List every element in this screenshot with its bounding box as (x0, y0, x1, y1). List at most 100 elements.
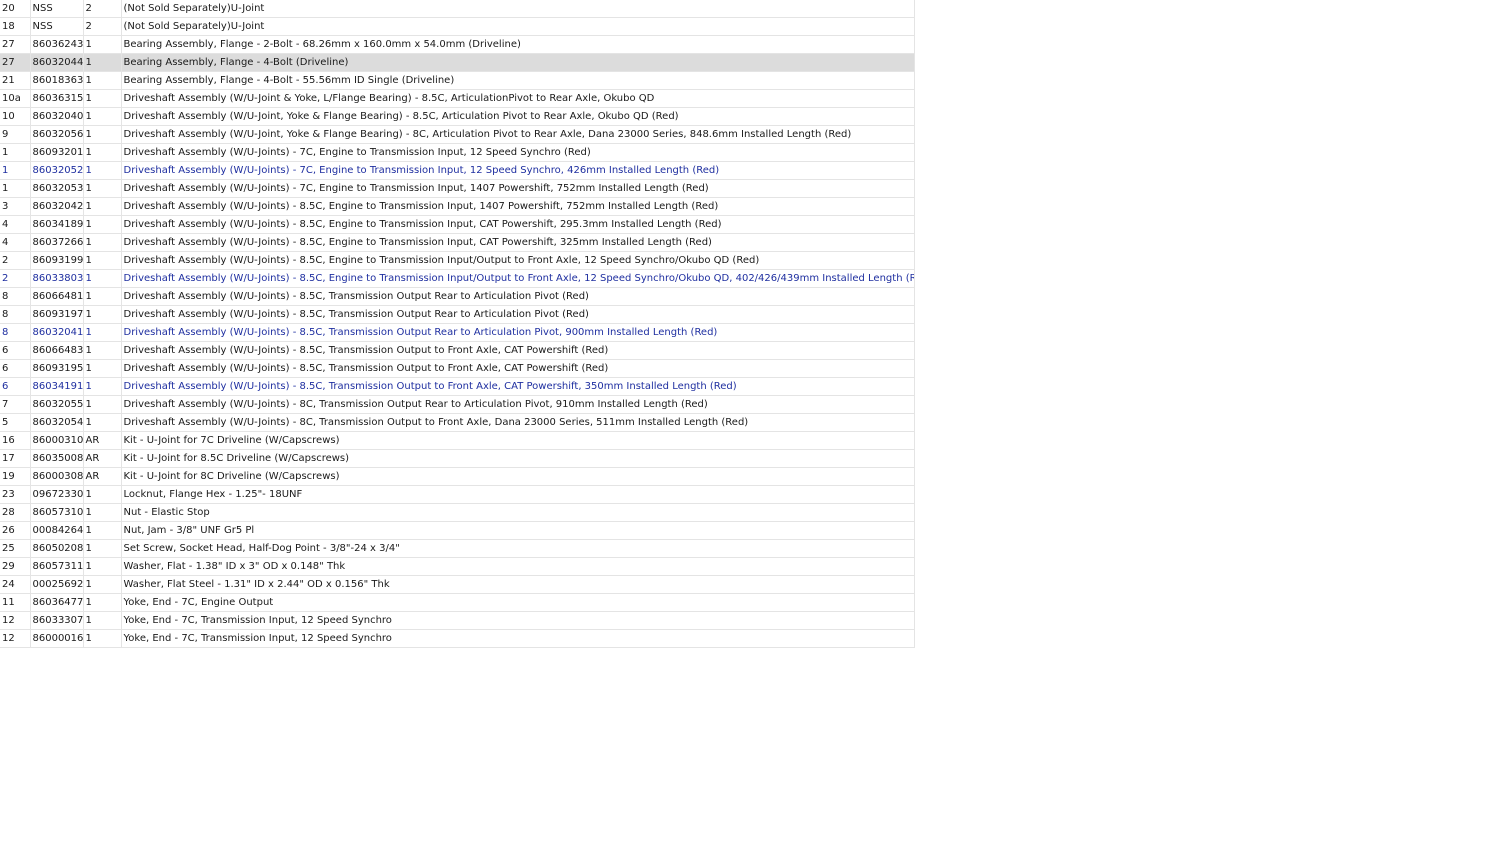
description-cell: Driveshaft Assembly (W/U-Joints) - 8.5C,… (121, 359, 915, 378)
quantity-cell: 1 (83, 125, 122, 144)
part-number-cell: 86037266 (30, 233, 84, 252)
table-row[interactable]: 1 86032052 1 Driveshaft Assembly (W/U-Joint… (0, 161, 915, 180)
quantity-cell[interactable]: 1 (83, 269, 122, 288)
quantity-cell: AR (83, 431, 122, 450)
ref-number-cell: 6 (0, 359, 31, 378)
description-cell: Driveshaft Assembly (W/U-Joints) - 8.5C,… (121, 215, 915, 234)
quantity-cell: 1 (83, 197, 122, 216)
table-row[interactable]: 24 00025692 1 Washer, Flat Steel - 1.31" ID… (0, 575, 915, 594)
description-cell: Driveshaft Assembly (W/U-Joints) - 8C, T… (121, 413, 915, 432)
ref-number-cell[interactable]: 6 (0, 377, 31, 396)
quantity-cell: 1 (83, 521, 122, 540)
quantity-cell: 1 (83, 143, 122, 162)
table-row[interactable]: 12 86000016 1 Yoke, End - 7C, Transmission … (0, 629, 915, 648)
part-number-cell: NSS (30, 17, 84, 36)
part-number-cell[interactable]: 86033803 (30, 269, 84, 288)
part-number-cell: 86057311 (30, 557, 84, 576)
description-cell[interactable]: Driveshaft Assembly (W/U-Joints) - 7C, E… (121, 161, 915, 180)
ref-number-cell[interactable]: 8 (0, 323, 31, 342)
part-number-cell: 09672330 (30, 485, 84, 504)
ref-number-cell: 5 (0, 413, 31, 432)
quantity-cell: 1 (83, 233, 122, 252)
ref-number-cell: 23 (0, 485, 31, 504)
table-row[interactable]: 8 86093197 1 Driveshaft Assembly (W/U-Joint… (0, 305, 915, 324)
description-cell[interactable]: Driveshaft Assembly (W/U-Joints) - 8.5C,… (121, 323, 915, 342)
quantity-cell: 2 (83, 17, 122, 36)
table-row[interactable]: 6 86066483 1 Driveshaft Assembly (W/U-Joint… (0, 341, 915, 360)
table-row[interactable]: 21 86018363 1 Bearing Assembly, Flange - 4-… (0, 71, 915, 90)
table-row[interactable]: 1 86093201 1 Driveshaft Assembly (W/U-Joint… (0, 143, 915, 162)
description-cell[interactable]: Driveshaft Assembly (W/U-Joints) - 8.5C,… (121, 269, 915, 288)
table-row[interactable]: 17 86035008 AR Kit - U-Joint for 8.5C Drive… (0, 449, 915, 468)
table-row[interactable]: 18 NSS 2 (Not Sold Separately)U-Joint (0, 17, 915, 36)
table-row[interactable]: 8 86066481 1 Driveshaft Assembly (W/U-Joint… (0, 287, 915, 306)
quantity-cell: 1 (83, 629, 122, 648)
quantity-cell[interactable]: 1 (83, 323, 122, 342)
quantity-cell: 1 (83, 485, 122, 504)
quantity-cell: 1 (83, 107, 122, 126)
table-row[interactable]: 1 86032053 1 Driveshaft Assembly (W/U-Joint… (0, 179, 915, 198)
table-row[interactable]: 28 86057310 1 Nut - Elastic Stop (0, 503, 915, 522)
table-row[interactable]: 6 86034191 1 Driveshaft Assembly (W/U-Joint… (0, 377, 915, 396)
part-number-cell[interactable]: 86032052 (30, 161, 84, 180)
description-cell: Yoke, End - 7C, Engine Output (121, 593, 915, 612)
part-number-cell: 86033307 (30, 611, 84, 630)
ref-number-cell: 3 (0, 197, 31, 216)
table-row[interactable]: 16 86000310 AR Kit - U-Joint for 7C Driveli… (0, 431, 915, 450)
table-row[interactable]: 27 86036243 1 Bearing Assembly, Flange - 2-… (0, 35, 915, 54)
part-number-cell: 86032053 (30, 179, 84, 198)
part-number-cell: 86032042 (30, 197, 84, 216)
quantity-cell: 1 (83, 305, 122, 324)
part-number-cell[interactable]: 86032041 (30, 323, 84, 342)
part-number-cell: 86032040 (30, 107, 84, 126)
ref-number-cell: 4 (0, 215, 31, 234)
description-cell: Set Screw, Socket Head, Half-Dog Point -… (121, 539, 915, 558)
description-cell: Driveshaft Assembly (W/U-Joints) - 7C, E… (121, 179, 915, 198)
quantity-cell: 1 (83, 359, 122, 378)
table-row[interactable]: 10 86032040 1 Driveshaft Assembly (W/U-Join… (0, 107, 915, 126)
ref-number-cell: 19 (0, 467, 31, 486)
table-row[interactable]: 3 86032042 1 Driveshaft Assembly (W/U-Joint… (0, 197, 915, 216)
part-number-cell: 86034189 (30, 215, 84, 234)
table-row[interactable]: 6 86093195 1 Driveshaft Assembly (W/U-Joint… (0, 359, 915, 378)
description-cell: Yoke, End - 7C, Transmission Input, 12 S… (121, 611, 915, 630)
ref-number-cell: 8 (0, 305, 31, 324)
table-row[interactable]: 2 86033803 1 Driveshaft Assembly (W/U-Joint… (0, 269, 915, 288)
table-row[interactable]: 11 86036477 1 Yoke, End - 7C, Engine Output (0, 593, 915, 612)
table-row[interactable]: 25 86050208 1 Set Screw, Socket Head, Half-… (0, 539, 915, 558)
table-row[interactable]: 2 86093199 1 Driveshaft Assembly (W/U-Joint… (0, 251, 915, 270)
table-row[interactable]: 5 86032054 1 Driveshaft Assembly (W/U-Joint… (0, 413, 915, 432)
part-number-cell: 86036243 (30, 35, 84, 54)
part-number-cell[interactable]: 86034191 (30, 377, 84, 396)
table-row[interactable]: 4 86037266 1 Driveshaft Assembly (W/U-Joint… (0, 233, 915, 252)
table-row[interactable]: 27 86032044 1 Bearing Assembly, Flange - 4-… (0, 53, 915, 72)
ref-number-cell[interactable]: 2 (0, 269, 31, 288)
table-row[interactable]: 4 86034189 1 Driveshaft Assembly (W/U-Joint… (0, 215, 915, 234)
table-row[interactable]: 23 09672330 1 Locknut, Flange Hex - 1.25"- … (0, 485, 915, 504)
ref-number-cell: 6 (0, 341, 31, 360)
quantity-cell[interactable]: 1 (83, 161, 122, 180)
table-row[interactable]: 19 86000308 AR Kit - U-Joint for 8C Driveli… (0, 467, 915, 486)
ref-number-cell: 9 (0, 125, 31, 144)
table-row[interactable]: 29 86057311 1 Washer, Flat - 1.38" ID x 3" … (0, 557, 915, 576)
part-number-cell: 86036315 (30, 89, 84, 108)
table-row[interactable]: 8 86032041 1 Driveshaft Assembly (W/U-Joint… (0, 323, 915, 342)
description-cell[interactable]: Driveshaft Assembly (W/U-Joints) - 8.5C,… (121, 377, 915, 396)
table-row[interactable]: 7 86032055 1 Driveshaft Assembly (W/U-Joint… (0, 395, 915, 414)
table-row[interactable]: 26 00084264 1 Nut, Jam - 3/8" UNF Gr5 Pl (0, 521, 915, 540)
quantity-cell: 1 (83, 251, 122, 270)
table-row[interactable]: 12 86033307 1 Yoke, End - 7C, Transmission … (0, 611, 915, 630)
description-cell: Driveshaft Assembly (W/U-Joints) - 8.5C,… (121, 233, 915, 252)
description-cell: Nut - Elastic Stop (121, 503, 915, 522)
table-row[interactable]: 20 NSS 2 (Not Sold Separately)U-Joint (0, 0, 915, 18)
description-cell: Bearing Assembly, Flange - 2-Bolt - 68.2… (121, 35, 915, 54)
table-row[interactable]: 10a 86036315 1 Driveshaft Assembly (W/U-Joi… (0, 89, 915, 108)
table-row[interactable]: 9 86032056 1 Driveshaft Assembly (W/U-Joint… (0, 125, 915, 144)
ref-number-cell[interactable]: 1 (0, 161, 31, 180)
description-cell: Driveshaft Assembly (W/U-Joints) - 7C, E… (121, 143, 915, 162)
quantity-cell[interactable]: 1 (83, 377, 122, 396)
quantity-cell: AR (83, 449, 122, 468)
part-number-cell: 86066481 (30, 287, 84, 306)
part-number-cell: 86032044 (30, 53, 84, 72)
quantity-cell: 1 (83, 215, 122, 234)
